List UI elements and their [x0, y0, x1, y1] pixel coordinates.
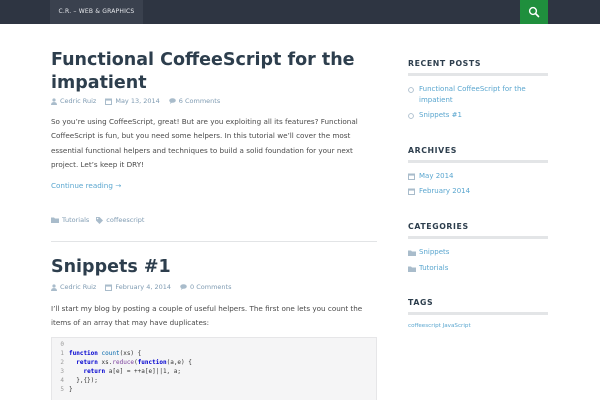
post-comments-link[interactable]: 0 Comments [190, 283, 231, 291]
folder-icon [51, 217, 59, 223]
calendar-icon [408, 188, 415, 195]
code-lines: function count(xs) { return xs.reduce(fu… [69, 350, 192, 393]
widget-heading-recent-posts: RECENT POSTS [408, 59, 548, 76]
archive-item[interactable]: May 2014 [408, 171, 548, 184]
comment-icon [180, 284, 187, 290]
post-author[interactable]: Cedric Ruiz [60, 97, 96, 105]
post-comments-link[interactable]: 6 Comments [179, 97, 220, 105]
post-title[interactable]: Functional CoffeeScript for the impatien… [51, 49, 371, 95]
user-icon [51, 283, 57, 291]
post-taxonomy: Tutorials coffeescript [51, 216, 151, 224]
continue-reading-link[interactable]: Continue reading → [51, 181, 121, 190]
category-link[interactable]: Tutorials [419, 263, 548, 276]
top-bar: C.R. – WEB & GRAPHICS [0, 0, 600, 24]
line-number: 0 [60, 341, 64, 348]
tag-icon [96, 216, 104, 224]
post-divider [51, 241, 377, 242]
search-icon [528, 6, 540, 18]
post-meta: Cedric Ruiz February 4, 2014 0 Comments [51, 283, 240, 291]
archive-link[interactable]: May 2014 [419, 171, 548, 184]
category-item[interactable]: Tutorials [408, 263, 548, 276]
recent-post-link[interactable]: Functional CoffeeScript for the impatien… [419, 84, 548, 106]
code-block: 0 1 2 3 4 5 function count(xs) { return … [51, 337, 377, 400]
category-item[interactable]: Snippets [408, 247, 548, 260]
post-meta: Cedric Ruiz May 13, 2014 6 Comments [51, 97, 229, 105]
calendar-icon [408, 173, 415, 180]
category-link[interactable]: Snippets [419, 247, 548, 260]
circle-icon [408, 113, 414, 119]
search-button[interactable] [520, 0, 548, 24]
calendar-icon [105, 98, 113, 105]
calendar-icon [105, 284, 113, 291]
archive-item[interactable]: February 2014 [408, 186, 548, 199]
folder-icon [408, 250, 416, 256]
line-number: 5 [60, 386, 64, 393]
folder-icon [408, 266, 416, 272]
recent-post-link[interactable]: Snippets #1 [419, 110, 548, 123]
line-number: 1 [60, 350, 64, 357]
circle-icon [408, 87, 414, 93]
post-tag-link[interactable]: coffeescript [106, 216, 144, 224]
recent-post-item[interactable]: Snippets #1 [408, 110, 548, 123]
line-number: 3 [60, 368, 64, 375]
line-number: 2 [60, 359, 64, 366]
code-line-numbers: 0 1 2 3 4 5 [52, 340, 64, 394]
recent-post-item[interactable]: Functional CoffeeScript for the impatien… [408, 84, 548, 106]
post-excerpt: So you’re using CoffeeScript, great! But… [51, 117, 358, 170]
user-icon [51, 97, 57, 105]
line-number: 4 [60, 377, 64, 384]
post-title[interactable]: Snippets #1 [51, 256, 371, 279]
tag-cloud[interactable]: coffeescript JavaScript [408, 323, 471, 329]
widget-heading-tags: TAGS [408, 298, 548, 315]
comment-icon [168, 98, 176, 104]
widget-heading-archives: ARCHIVES [408, 146, 548, 163]
archive-link[interactable]: February 2014 [419, 186, 548, 199]
post-author[interactable]: Cedric Ruiz [60, 283, 96, 291]
post-date[interactable]: February 4, 2014 [115, 283, 171, 291]
post-date[interactable]: May 13, 2014 [115, 97, 159, 105]
site-brand[interactable]: C.R. – WEB & GRAPHICS [50, 0, 143, 24]
widget-heading-categories: CATEGORIES [408, 222, 548, 239]
post-category-link[interactable]: Tutorials [62, 216, 89, 224]
post-excerpt: I’ll start my blog by posting a couple o… [51, 304, 363, 328]
